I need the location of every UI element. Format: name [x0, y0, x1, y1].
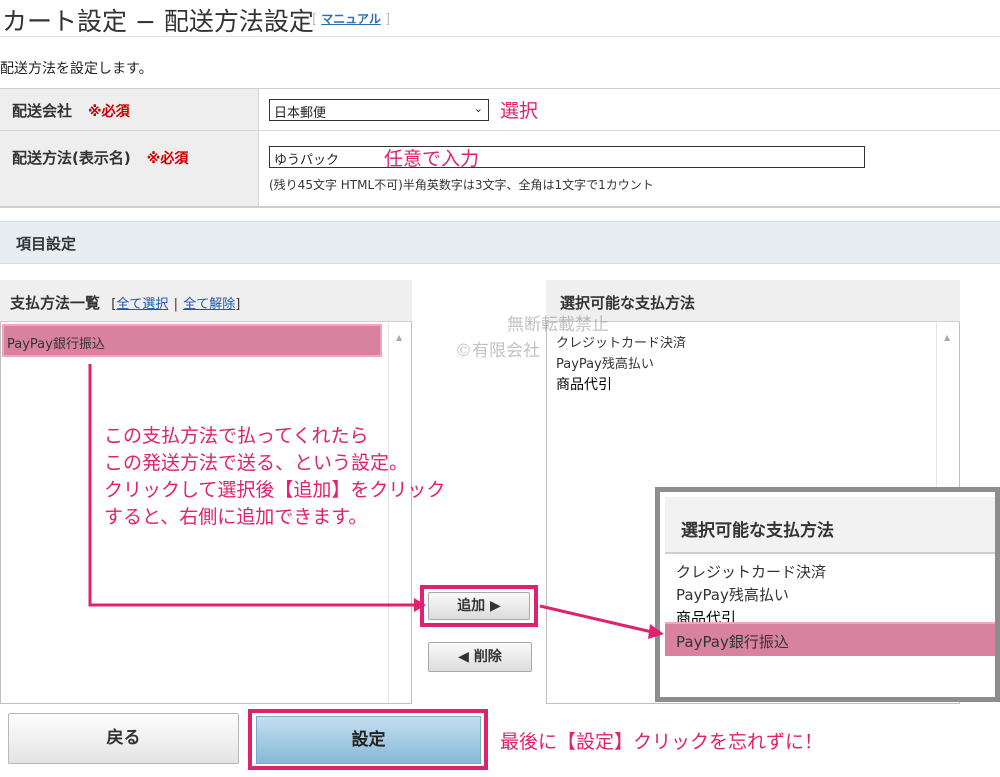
arrow-to-add: [88, 364, 414, 607]
back-button[interactable]: 戻る: [8, 713, 239, 764]
final-annotation: 最後に【設定】クリックを忘れずに！: [500, 731, 824, 753]
save-button[interactable]: 設定: [256, 716, 481, 764]
arrow-head: [648, 624, 664, 639]
arrow-to-zoom: [539, 604, 653, 634]
annotation-arrows: [88, 364, 664, 639]
arrow-head: [414, 598, 426, 612]
